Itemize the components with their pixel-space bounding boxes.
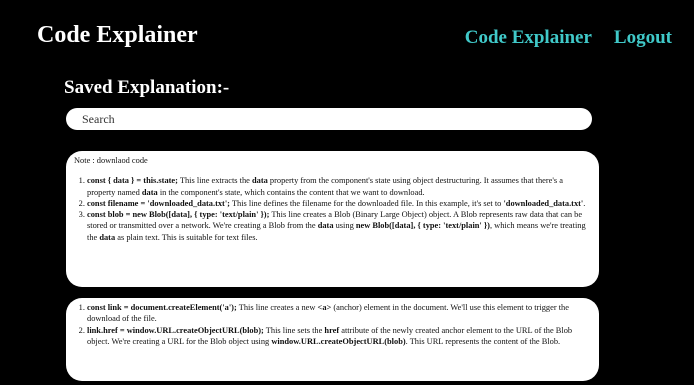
code-term: data — [99, 232, 116, 242]
code-term: data — [141, 187, 158, 197]
list-item: const link = document.createElement('a')… — [87, 302, 589, 325]
nav-link-code-explainer[interactable]: Code Explainer — [465, 27, 592, 49]
code-term: const link = document.createElement('a')… — [87, 303, 237, 312]
explanation-text: . — [583, 198, 586, 208]
explanation-card: Note : downlaod code const { data } = th… — [66, 151, 599, 287]
explanation-text: . This URL represents the content of the… — [405, 336, 561, 346]
explanation-card: const link = document.createElement('a')… — [66, 298, 599, 381]
card-note: Note : downlaod code — [74, 156, 148, 165]
code-term: <a> — [317, 303, 332, 312]
list-item: const filename = 'downloaded_data.txt'; … — [87, 198, 589, 209]
code-term: data — [317, 221, 334, 231]
code-term: window.URL.createObjectURL(blob) — [271, 336, 406, 346]
explanation-list: const { data } = this.state; This line e… — [74, 175, 589, 243]
explanation-list: const link = document.createElement('a')… — [74, 302, 589, 347]
code-term: href — [324, 325, 340, 335]
code-term: data — [251, 176, 268, 186]
explanation-text: in the component's state, which contains… — [157, 187, 425, 197]
code-term: const filename = 'downloaded_data.txt'; — [87, 198, 230, 208]
explanation-text: This line creates a new — [236, 303, 318, 312]
search-input[interactable] — [66, 108, 592, 130]
explanation-text: This line defines the filename for the d… — [229, 198, 504, 208]
list-item: const blob = new Blob([data], { type: 't… — [87, 209, 589, 243]
page-title: Saved Explanation:- — [64, 77, 230, 98]
code-term: new Blob([data], { type: 'text/plain' }) — [355, 221, 490, 231]
code-term: const blob = new Blob([data], { type: 't… — [87, 210, 270, 220]
code-term: 'downloaded_data.txt' — [503, 198, 584, 208]
explanation-text: as plain text. This is suitable for text… — [115, 232, 258, 242]
explanation-text: This line sets the — [263, 325, 325, 335]
code-term: const { data } = this.state; — [87, 176, 178, 186]
list-item: link.href = window.URL.createObjectURL(b… — [87, 325, 589, 348]
top-nav: Code Explainer Logout — [465, 27, 672, 49]
list-item: const { data } = this.state; This line e… — [87, 175, 589, 198]
nav-link-logout[interactable]: Logout — [614, 27, 672, 49]
code-term: link.href = window.URL.createObjectURL(b… — [87, 325, 264, 335]
explanation-text: This line extracts the — [177, 176, 252, 186]
app-brand: Code Explainer — [37, 22, 198, 48]
explanation-text: using — [333, 221, 356, 231]
